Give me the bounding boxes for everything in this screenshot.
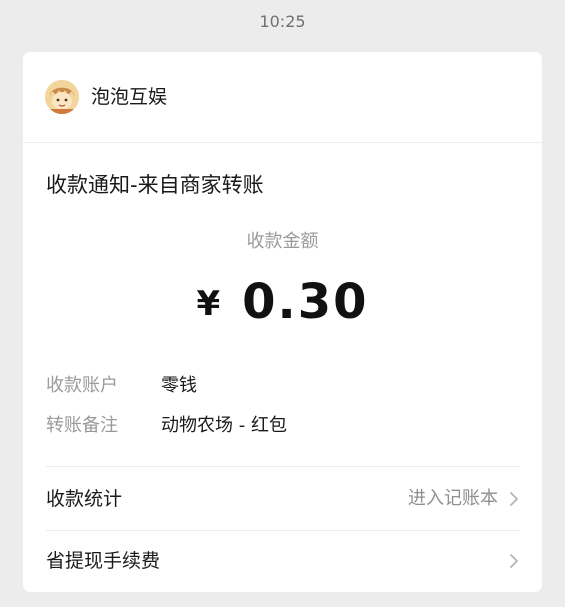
detail-value: 零钱 [161,375,197,396]
merchant-name[interactable]: 泡泡互娱 [91,86,167,108]
collection-stats-label: 收款统计 [46,488,123,510]
payment-notification-card[interactable]: 泡泡互娱 收款通知-来自商家转账 收款金额 ¥0.30 收款账户 零钱 转账备注 动… [23,52,542,592]
ledger-link-hint: 进入记账本 [408,488,498,509]
detail-label: 收款账户 [46,375,118,396]
detail-row-remark: 转账备注 动物农场 - 红包 [46,414,287,438]
detail-label: 转账备注 [46,415,118,436]
currency-symbol: ¥ [196,284,221,324]
merchant-avatar[interactable] [45,80,79,114]
header-divider [23,142,542,143]
amount-label: 收款金额 [246,231,319,252]
amount-display: ¥0.30 [23,274,542,341]
notification-title: 收款通知-来自商家转账 [46,173,264,197]
detail-row-account: 收款账户 零钱 [46,374,197,398]
merchant-header[interactable]: 泡泡互娱 [23,52,542,142]
save-withdrawal-fee-row[interactable]: 省提现手续费 [23,532,542,590]
details-divider [46,466,520,467]
detail-value: 动物农场 - 红包 [161,415,287,436]
amount-value: 0.30 [242,274,369,330]
chevron-right-icon [510,492,518,506]
collection-stats-row[interactable]: 收款统计 进入记账本 [23,470,542,528]
cartoon-character-icon [45,80,79,114]
links-divider [46,530,520,531]
save-withdrawal-fee-label: 省提现手续费 [46,550,161,572]
chevron-right-icon [510,554,518,568]
status-time: 10:25 [259,12,306,31]
